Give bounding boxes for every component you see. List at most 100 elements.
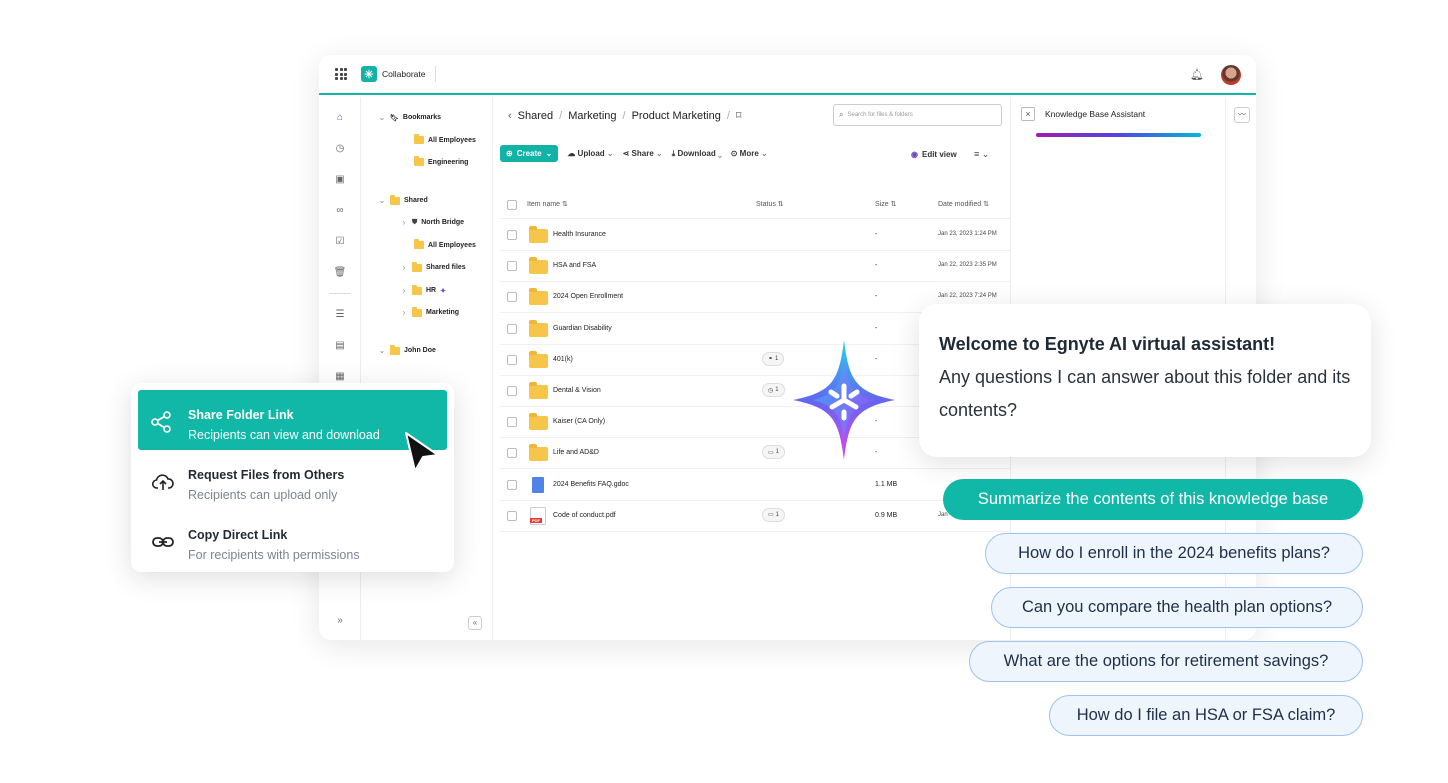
row-checkbox[interactable] xyxy=(507,292,517,303)
status-badge[interactable]: ▭ 1 xyxy=(762,445,786,460)
links-icon[interactable]: ∞ xyxy=(332,203,348,219)
chevron-down-icon[interactable]: ⌄ xyxy=(378,196,386,205)
tree-shared[interactable]: ⌄ Shared xyxy=(378,194,428,205)
row-checkbox[interactable] xyxy=(507,354,517,365)
tree-item[interactable]: › Marketing xyxy=(400,306,459,317)
column-label: Date modified xyxy=(938,201,982,208)
app-launcher-icon[interactable] xyxy=(335,68,347,80)
suggestion-chip[interactable]: What are the options for retirement savi… xyxy=(969,641,1363,682)
table-row[interactable]: 2024 Benefits FAQ.gdoc 1.1 MB xyxy=(500,470,1010,501)
copy-direct-link-option[interactable]: Copy Direct Link For recipients with per… xyxy=(131,510,454,570)
more-label: More xyxy=(739,149,759,158)
table-row[interactable]: Health Insurance - Jan 23, 2023 1:24 PM xyxy=(500,220,1010,251)
tree-item[interactable]: › Shared files xyxy=(400,261,466,272)
tree-label: Shared files xyxy=(426,264,466,271)
close-icon[interactable]: × xyxy=(1021,107,1035,121)
create-button[interactable]: ⊕ Create ⌄ xyxy=(500,145,559,162)
item-size: 0.9 MB xyxy=(875,511,898,519)
collapse-panel-icon[interactable]: « xyxy=(468,616,482,630)
edit-view-button[interactable]: ◉ Edit view xyxy=(911,150,957,159)
column-label: Status xyxy=(756,201,776,208)
clock-icon: ◷ xyxy=(768,387,774,394)
toolbar: ⊕ Create ⌄ ☁ Upload ⌄ ⋖ Share ⌄ ⤓ Downlo… xyxy=(500,145,768,162)
chevron-right-icon[interactable]: › xyxy=(400,286,408,295)
column-header[interactable]: Size ⇅ xyxy=(875,200,896,208)
item-name[interactable]: Guardian Disability xyxy=(553,325,612,332)
status-badge[interactable]: ⚭ 1 xyxy=(762,351,785,366)
item-name[interactable]: 2024 Open Enrollment xyxy=(553,293,623,300)
chevron-right-icon[interactable]: › xyxy=(400,263,408,272)
home-icon[interactable]: ⌂ xyxy=(332,110,348,126)
item-name[interactable]: 2024 Benefits FAQ.gdoc xyxy=(553,481,629,488)
item-name[interactable]: 401(k) xyxy=(553,356,573,363)
item-name[interactable]: Dental & Vision xyxy=(553,387,601,394)
column-header[interactable]: Status ⇅ xyxy=(756,200,784,208)
row-checkbox[interactable] xyxy=(507,261,517,272)
select-all-checkbox[interactable] xyxy=(507,200,517,210)
share-folder-link-option[interactable]: Share Folder Link Recipients can view an… xyxy=(138,390,447,450)
document-icon[interactable]: ▤ xyxy=(332,338,348,354)
suggestion-chip[interactable]: How do I file an HSA or FSA claim? xyxy=(1049,695,1363,736)
download-button[interactable]: ⤓ Download ⌄ xyxy=(672,149,722,159)
notification-bell-icon[interactable]: 🔔︎ xyxy=(1190,68,1204,81)
suggestion-chip[interactable]: Can you compare the health plan options? xyxy=(991,587,1363,628)
breadcrumb: ‹ Shared / Marketing / Product Marketing… xyxy=(508,109,742,123)
item-name[interactable]: Kaiser (CA Only) xyxy=(553,418,605,425)
row-checkbox[interactable] xyxy=(507,230,517,240)
activity-icon[interactable]: 〰 xyxy=(1234,107,1250,123)
row-checkbox[interactable] xyxy=(507,323,517,334)
row-checkbox[interactable] xyxy=(507,479,517,490)
create-label: Create xyxy=(516,149,542,158)
tree-label: All Employees xyxy=(428,136,476,144)
tree-item[interactable]: › HR ✦ xyxy=(400,284,446,295)
search-input[interactable]: ⌕ Search for files & folders xyxy=(833,104,1002,126)
upload-button[interactable]: ☁ Upload ⌄ xyxy=(567,149,613,158)
status-cell: ◷ 1 xyxy=(762,383,785,397)
settings-sliders-icon[interactable]: ☰ xyxy=(332,307,348,323)
breadcrumb-item[interactable]: Marketing xyxy=(568,110,616,122)
suggestion-chip[interactable]: How do I enroll in the 2024 benefits pla… xyxy=(985,533,1363,574)
avatar[interactable] xyxy=(1221,65,1241,85)
item-name[interactable]: HSA and FSA xyxy=(553,262,596,269)
assistant-welcome-message: Welcome to Egnyte AI virtual assistant! … xyxy=(919,304,1371,457)
tree-item[interactable]: › ⛊ North Bridge xyxy=(400,218,464,227)
bookmark-icon[interactable]: ⌑ xyxy=(736,109,742,122)
recent-clock-icon[interactable]: ◷ xyxy=(332,141,348,157)
pdf-badge: PDF xyxy=(530,517,542,523)
item-name[interactable]: Health Insurance xyxy=(553,231,606,238)
back-chevron-icon[interactable]: ‹ xyxy=(508,110,512,122)
breadcrumb-item[interactable]: Shared xyxy=(518,110,553,122)
table-row[interactable]: PDF Code of conduct.pdf ▭ 1 0.9 MB Jan xyxy=(500,501,1010,532)
share-button[interactable]: ⋖ Share ⌄ xyxy=(623,149,663,158)
item-name[interactable]: Code of conduct.pdf xyxy=(553,512,616,519)
tree-item[interactable]: All Employees xyxy=(414,239,476,249)
more-button[interactable]: ⊙ More ⌄ xyxy=(731,149,768,158)
reports-icon[interactable]: ▣ xyxy=(332,172,348,188)
table-row[interactable]: HSA and FSA - Jan 22, 2023 2:35 PM xyxy=(500,251,1010,283)
folder-icon xyxy=(390,194,400,205)
chevron-right-icon[interactable]: › xyxy=(400,218,408,227)
status-badge[interactable]: ▭ 1 xyxy=(762,507,786,522)
chevron-right-icon[interactable]: › xyxy=(400,308,408,317)
tree-item[interactable]: Engineering xyxy=(414,156,468,166)
tree-user[interactable]: ⌄ John Doe xyxy=(378,344,436,355)
trash-icon[interactable]: 🗑︎ xyxy=(332,265,348,281)
column-header[interactable]: Item name ⇅ xyxy=(527,200,568,208)
tree-item[interactable]: All Employees xyxy=(414,134,476,144)
breadcrumb-item[interactable]: Product Marketing xyxy=(632,110,721,122)
row-checkbox[interactable] xyxy=(507,448,517,459)
row-checkbox[interactable] xyxy=(507,417,517,428)
list-view-menu-icon[interactable]: ≡ ⌄ xyxy=(974,149,989,160)
row-checkbox[interactable] xyxy=(507,510,517,521)
tree-bookmarks[interactable]: ⌄ 🔖︎ Bookmarks xyxy=(378,113,441,122)
status-badge[interactable]: ◷ 1 xyxy=(762,383,785,397)
expand-double-chevron-icon[interactable]: » xyxy=(332,613,348,629)
row-checkbox[interactable] xyxy=(507,386,517,396)
suggestion-chip[interactable]: Summarize the contents of this knowledge… xyxy=(943,479,1363,520)
column-header[interactable]: Date modified ⇅ xyxy=(938,200,989,208)
tasks-icon[interactable]: ☑ xyxy=(332,234,348,250)
chevron-down-icon[interactable]: ⌄ xyxy=(378,346,386,355)
item-name[interactable]: Life and AD&D xyxy=(553,449,599,456)
share-icon: ⋖ xyxy=(622,149,630,158)
chevron-down-icon[interactable]: ⌄ xyxy=(378,113,386,122)
